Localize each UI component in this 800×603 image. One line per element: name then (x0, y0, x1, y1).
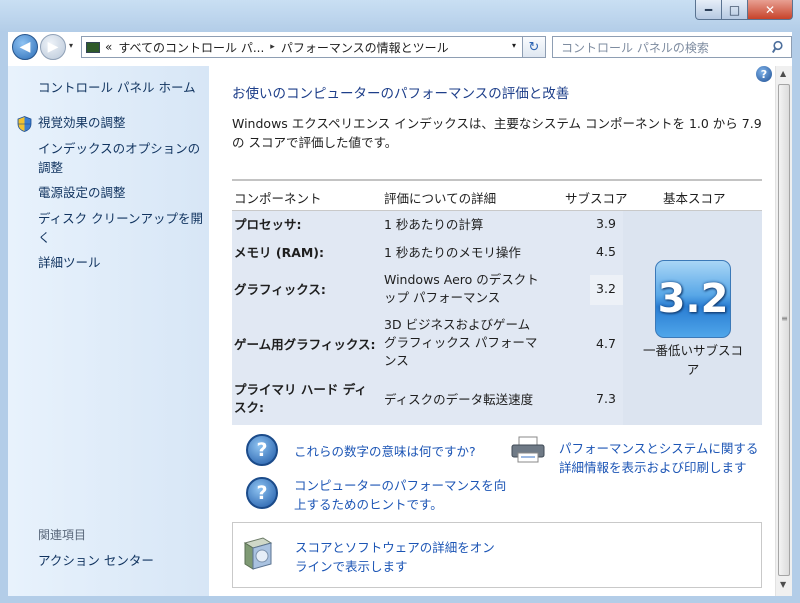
header-subscore: サブスコア (565, 191, 628, 206)
maximize-button[interactable]: □ (722, 0, 748, 20)
refresh-button[interactable]: ↻ (523, 36, 546, 58)
help-question-icon: ? (246, 434, 278, 466)
window-frame-left (0, 32, 8, 603)
base-score-tile: 3.2 (655, 260, 731, 338)
table-body: プロセッサ: 1 秒あたりの計算 3.9 メモリ (RAM): 1 秒あたりのメ… (232, 211, 762, 425)
component-name: メモリ (RAM): (234, 245, 325, 260)
forward-button[interactable]: ▶ (40, 34, 66, 60)
page-title: お使いのコンピューターのパフォーマンスの評価と改善 (232, 86, 570, 102)
header-detail: 評価についての詳細 (384, 191, 497, 206)
component-name: プロセッサ: (234, 217, 302, 232)
sidebar-control-panel-home[interactable]: コントロール パネル ホーム (38, 78, 196, 97)
table-header: コンポーネント 評価についての詳細 サブスコア 基本スコア (232, 179, 762, 211)
sidebar-item-power-settings[interactable]: 電源設定の調整 (38, 183, 204, 202)
link-print-details[interactable]: パフォーマンスとシステムに関する詳細情報を表示および印刷します (559, 439, 769, 477)
component-subscore: 4.7 (596, 336, 616, 351)
score-table: コンポーネント 評価についての詳細 サブスコア 基本スコア プロセッサ: 1 秒… (232, 179, 762, 425)
back-button[interactable]: ◀ (12, 34, 38, 60)
table-row: ゲーム用グラフィックス: 3D ビジネスおよびゲーム グラフィックス パフォーマ… (232, 316, 623, 374)
title-bar[interactable]: ━ □ ✕ (0, 0, 800, 32)
sidebar-item-indexing-options[interactable]: インデックスのオプションの調整 (38, 139, 204, 177)
scroll-grip-icon: ≡ (781, 314, 788, 323)
printer-icon (511, 436, 545, 463)
software-box-icon (243, 537, 273, 570)
shield-icon (17, 116, 32, 132)
component-subscore: 3.9 (596, 216, 616, 231)
window-controls: ━ □ ✕ (695, 0, 793, 20)
address-dropdown-icon[interactable]: ▾ (512, 41, 516, 50)
related-heading: 関連項目 (38, 528, 87, 542)
main-content: ? お使いのコンピューターのパフォーマンスの評価と改善 Windows エクスペ… (209, 66, 775, 596)
link-online-score-details[interactable]: スコアとソフトウェアの詳細をオンラインで表示します (295, 538, 495, 576)
header-component: コンポーネント (234, 191, 322, 206)
sidebar: コントロール パネル ホーム 視覚効果の調整 インデックスのオプションの調整 電… (8, 66, 209, 596)
component-detail: ディスクのデータ転送速度 (384, 392, 534, 407)
vertical-scrollbar[interactable]: ▲ ≡ ▼ (775, 66, 792, 596)
header-base-score: 基本スコア (663, 191, 726, 206)
help-icon[interactable]: ? (756, 66, 772, 82)
table-row: グラフィックス: Windows Aero のデスクトップ パフォーマンス 3.… (232, 271, 623, 309)
address-bar[interactable]: « すべてのコントロール パ... ▸ パフォーマンスの情報とツール ▾ (81, 36, 523, 58)
control-panel-icon (86, 41, 100, 53)
base-score-caption: 一番低いサブスコア (642, 343, 743, 377)
search-input[interactable]: コントロール パネルの検索 (552, 36, 792, 58)
search-placeholder: コントロール パネルの検索 (561, 40, 709, 55)
online-details-box: スコアとソフトウェアの詳細をオンラインで表示します (232, 522, 762, 588)
window-frame-right (792, 32, 800, 603)
component-name: ゲーム用グラフィックス: (234, 337, 376, 352)
link-performance-tips[interactable]: コンピューターのパフォーマンスを向上するためのヒントです。 (294, 476, 509, 514)
scroll-up-icon[interactable]: ▲ (780, 69, 786, 78)
breadcrumb-overflow[interactable]: « (105, 40, 112, 54)
minimize-button[interactable]: ━ (695, 0, 722, 20)
component-detail: 1 秒あたりのメモリ操作 (384, 245, 521, 260)
sidebar-item-visual-effects[interactable]: 視覚効果の調整 (38, 113, 204, 132)
breadcrumb-all-control-panel[interactable]: すべてのコントロール パ... (118, 39, 264, 56)
component-detail: 1 秒あたりの計算 (384, 217, 484, 232)
component-subscore: 3.2 (596, 281, 616, 296)
breadcrumb-separator[interactable]: ▸ (270, 42, 275, 52)
base-score-panel: 3.2 一番低いサブスコア (623, 211, 762, 425)
sidebar-item-advanced-tools[interactable]: 詳細ツール (38, 253, 204, 272)
table-row: メモリ (RAM): 1 秒あたりのメモリ操作 4.5 (232, 244, 623, 268)
sidebar-item-disk-cleanup[interactable]: ディスク クリーンアップを開く (38, 209, 204, 247)
component-subscore: 7.3 (596, 391, 616, 406)
link-what-do-numbers-mean[interactable]: これらの数字の意味は何ですか? (294, 442, 494, 461)
recent-pages-dropdown[interactable]: ▾ (69, 41, 73, 50)
scroll-down-icon[interactable]: ▼ (780, 580, 786, 589)
close-button[interactable]: ✕ (748, 0, 793, 20)
breadcrumb-performance[interactable]: パフォーマンスの情報とツール (281, 39, 449, 56)
table-row: プライマリ ハード ディスク: ディスクのデータ転送速度 7.3 (232, 381, 623, 419)
table-row: プロセッサ: 1 秒あたりの計算 3.9 (232, 216, 623, 240)
component-name: グラフィックス: (234, 282, 326, 297)
component-detail: Windows Aero のデスクトップ パフォーマンス (384, 272, 539, 305)
search-icon[interactable] (772, 40, 786, 54)
component-detail: 3D ビジネスおよびゲーム グラフィックス パフォーマンス (384, 317, 538, 368)
component-subscore: 4.5 (596, 244, 616, 259)
scrollbar-thumb[interactable]: ≡ (778, 84, 790, 576)
intro-text: Windows エクスペリエンス インデックスは、主要なシステム コンポーネント… (232, 116, 762, 150)
window-frame-bottom (0, 596, 800, 603)
component-name: プライマリ ハード ディスク: (234, 382, 367, 415)
help-question-icon: ? (246, 477, 278, 509)
navigation-bar: ◀ ▶ ▾ « すべてのコントロール パ... ▸ パフォーマンスの情報とツール… (8, 32, 792, 62)
sidebar-item-action-center[interactable]: アクション センター (38, 551, 154, 570)
